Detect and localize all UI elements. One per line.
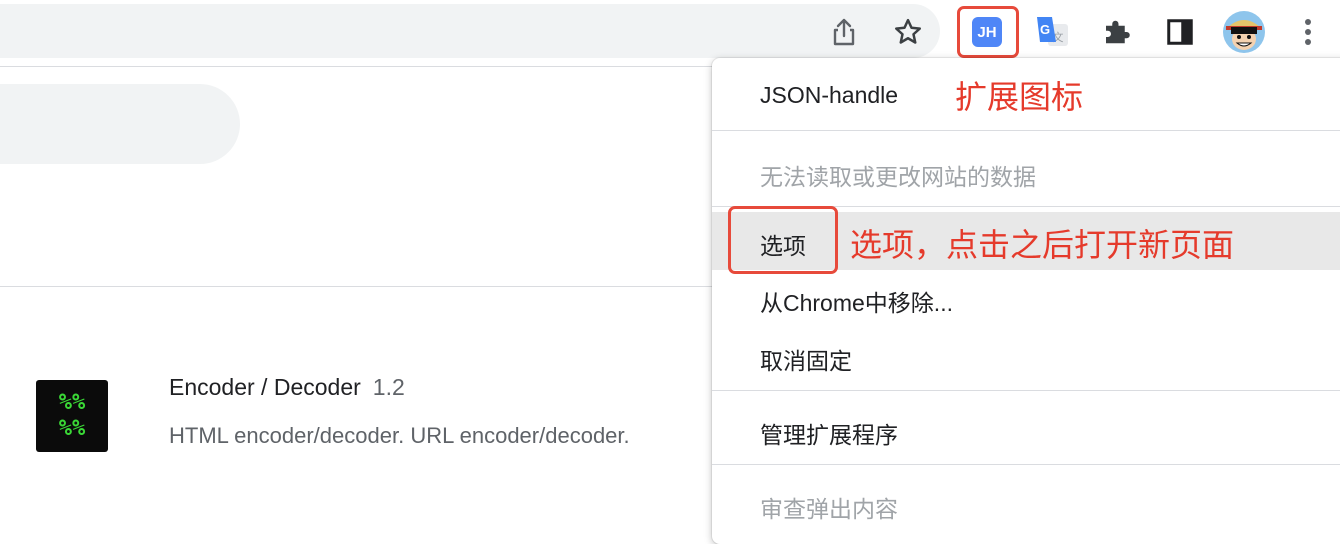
menu-item-inspect-popup: 审查弹出内容 xyxy=(712,486,1340,526)
side-panel-icon xyxy=(1167,19,1193,45)
avatar xyxy=(1223,11,1265,53)
search-field[interactable] xyxy=(0,84,240,164)
extension-description: HTML encoder/decoder. URL encoder/decode… xyxy=(169,423,630,448)
extension-title: Encoder / Decoder xyxy=(169,374,361,400)
extension-name: Encoder / Decoder 1.2 xyxy=(169,374,405,401)
annotation-options: 选项，点击之后打开新页面 xyxy=(850,226,1235,264)
side-panel-button[interactable] xyxy=(1162,14,1198,50)
svg-text:G: G xyxy=(1040,22,1050,37)
google-translate-extension-button[interactable]: 文 G xyxy=(1032,12,1072,52)
menu-item-label: 管理扩展程序 xyxy=(760,422,898,448)
menu-item-label: 无法读取或更改网站的数据 xyxy=(760,164,1036,190)
section-divider xyxy=(0,286,712,287)
toolbar-divider xyxy=(0,66,712,67)
icon-text-line2: %% xyxy=(58,416,86,441)
annotation-extension-icon: 扩展图标 xyxy=(955,78,1084,116)
menu-separator xyxy=(712,130,1340,131)
encoder-decoder-icon: %% %% xyxy=(36,380,108,452)
kebab-menu-icon xyxy=(1305,19,1311,45)
menu-item-label: 从Chrome中移除... xyxy=(760,290,953,316)
menu-separator xyxy=(712,464,1340,465)
puzzle-icon xyxy=(1106,20,1130,44)
extension-context-menu: JSON-handle 无法读取或更改网站的数据 选项 从Chrome中移除..… xyxy=(712,58,1340,544)
chrome-menu-button[interactable] xyxy=(1294,14,1322,50)
menu-item-site-access: 无法读取或更改网站的数据 xyxy=(712,154,1340,194)
menu-item-label: JSON-handle xyxy=(760,82,899,108)
menu-item-unpin[interactable]: 取消固定 xyxy=(712,338,1340,378)
menu-item-label: 审查弹出内容 xyxy=(760,496,898,522)
extensions-menu-button[interactable] xyxy=(1098,14,1134,50)
menu-separator xyxy=(712,390,1340,391)
icon-text-line1: %% xyxy=(58,390,86,415)
browser-toolbar: JH 文 G xyxy=(0,0,1340,64)
share-icon xyxy=(833,18,855,46)
menu-item-manage-extensions[interactable]: 管理扩展程序 xyxy=(712,412,1340,452)
profile-avatar-button[interactable] xyxy=(1222,10,1266,54)
bookmark-star-button[interactable] xyxy=(890,14,926,50)
highlight-box-options xyxy=(728,206,838,274)
google-translate-icon: 文 G xyxy=(1037,17,1068,46)
extension-version: 1.2 xyxy=(372,374,405,400)
address-bar[interactable] xyxy=(0,4,940,58)
highlight-box-extension-icon xyxy=(957,6,1019,58)
share-button[interactable] xyxy=(826,14,862,50)
menu-item-remove-from-chrome[interactable]: 从Chrome中移除... xyxy=(712,280,1340,320)
menu-item-label: 取消固定 xyxy=(760,348,852,374)
star-icon xyxy=(895,18,921,44)
